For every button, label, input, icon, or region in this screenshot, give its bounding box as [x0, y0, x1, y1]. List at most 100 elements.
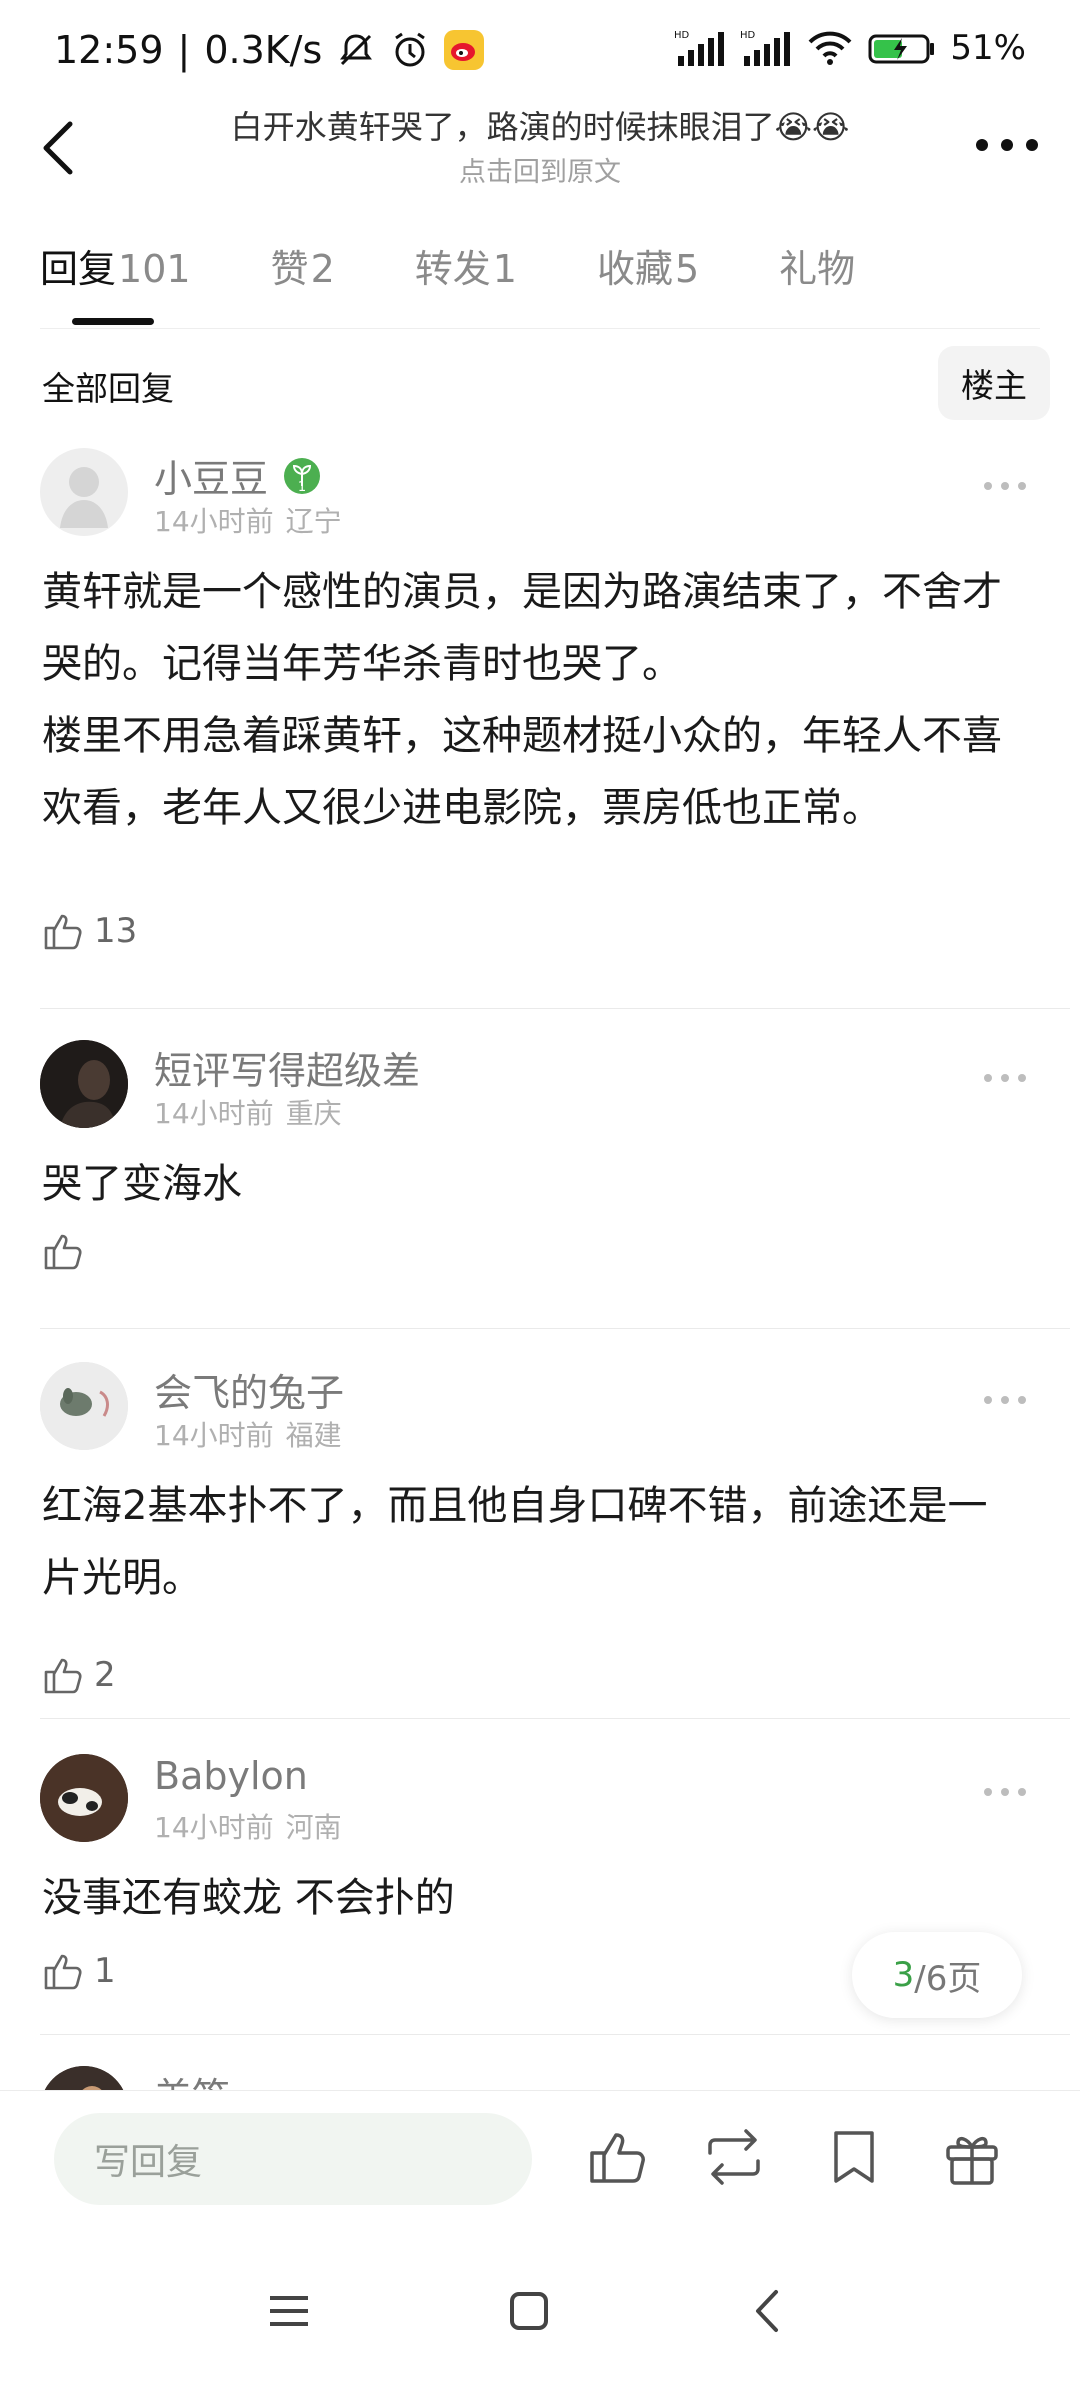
tab-likes-label: 赞	[270, 247, 309, 291]
reply-meta: 14小时前 福建	[154, 1414, 342, 1454]
signal-icon: HD	[674, 30, 725, 66]
reply-time: 14小时前	[154, 1419, 274, 1452]
reply-item: 羌笛	[40, 2066, 1070, 2090]
reply-location: 辽宁	[285, 505, 342, 538]
user-level-badge: 1	[282, 456, 322, 496]
page-indicator[interactable]: 3/6页	[852, 1932, 1022, 2018]
bookmark-button[interactable]	[822, 2125, 886, 2189]
reply-time: 14小时前	[154, 1811, 274, 1844]
status-right: HD HD 51%	[674, 28, 1026, 68]
like-button[interactable]: 1	[42, 1950, 116, 1992]
top-header: 白开水黄轩哭了，路演的时候抹眼泪了😭😭 点击回到原文	[0, 100, 1080, 200]
tab-gifts[interactable]: 礼物	[779, 238, 857, 328]
username-row: Babylon	[154, 1754, 308, 1798]
badge-level: 1	[297, 479, 307, 495]
username-row: 羌笛	[154, 2066, 230, 2090]
filter-row: 全部回复 楼主	[40, 346, 1050, 422]
avatar[interactable]	[40, 2066, 128, 2090]
weibo-notification-icon	[444, 30, 485, 70]
tab-gifts-label: 礼物	[779, 247, 856, 291]
battery-icon	[868, 34, 935, 64]
thumbs-up-icon	[44, 1658, 82, 1694]
system-nav-bar	[0, 2230, 1080, 2400]
tab-reposts-label: 转发	[414, 247, 491, 291]
avatar[interactable]	[40, 1362, 128, 1450]
reply-item: 小豆豆 1 14小时前 辽宁 黄轩就是一个感性的演员，是因为路演结束了，不舍才哭…	[40, 448, 1070, 988]
reply-text[interactable]: 红海2基本扑不了，而且他自身口碑不错，前途还是一片光明。	[42, 1470, 1022, 1614]
thumbs-up-icon	[44, 1954, 82, 1990]
reply-more-button[interactable]	[982, 1072, 1028, 1084]
reply-more-button[interactable]	[982, 480, 1028, 492]
status-net-speed: 0.3K/s	[204, 28, 323, 72]
like-count: 13	[94, 911, 138, 951]
reply-location: 福建	[285, 1419, 342, 1452]
tab-likes-count: 2	[310, 247, 335, 291]
post-title[interactable]: 白开水黄轩哭了，路演的时候抹眼泪了😭😭	[140, 102, 940, 148]
tab-reposts-count: 1	[492, 247, 517, 291]
username[interactable]: Babylon	[154, 1754, 308, 1798]
svg-text:HD: HD	[674, 30, 690, 41]
status-bar: 12:59 | 0.3K/s HD HD 51%	[0, 0, 1080, 100]
username[interactable]: 小豆豆	[154, 448, 268, 503]
reply-more-button[interactable]	[982, 1786, 1028, 1798]
tab-replies-count: 101	[118, 247, 191, 291]
reply-time: 14小时前	[154, 505, 274, 538]
current-page: 3	[892, 1955, 915, 1995]
username-row: 会飞的兔子	[154, 1362, 344, 1417]
status-separator: |	[177, 28, 191, 72]
tab-reposts[interactable]: 转发1	[415, 238, 517, 328]
tab-likes[interactable]: 赞2	[271, 238, 335, 328]
reply-text[interactable]: 没事还有蛟龙 不会扑的	[42, 1862, 1022, 1934]
svg-text:HD: HD	[740, 30, 756, 41]
reply-divider	[40, 1008, 1070, 1009]
reply-text[interactable]: 哭了变海水	[42, 1148, 1022, 1220]
username[interactable]: 会飞的兔子	[154, 1362, 344, 1417]
username[interactable]: 短评写得超级差	[154, 1040, 420, 1095]
reply-item: 会飞的兔子 14小时前 福建 红海2基本扑不了，而且他自身口碑不错，前途还是一片…	[40, 1362, 1070, 1702]
reply-meta: 14小时前 河南	[154, 1806, 342, 1846]
back-button[interactable]	[28, 108, 92, 188]
reply-time: 14小时前	[154, 1097, 274, 1130]
active-tab-indicator	[72, 318, 154, 325]
status-time: 12:59	[54, 28, 164, 72]
tab-replies[interactable]: 回复101	[40, 238, 191, 328]
username-row: 短评写得超级差	[154, 1040, 420, 1095]
mute-icon	[340, 34, 373, 66]
username-row: 小豆豆 1	[154, 448, 322, 503]
reply-more-button[interactable]	[982, 1394, 1028, 1406]
username[interactable]: 羌笛	[154, 2066, 230, 2090]
reply-divider	[40, 1718, 1070, 1719]
reply-meta: 14小时前 重庆	[154, 1092, 342, 1132]
reply-divider	[40, 1328, 1070, 1329]
reply-meta: 14小时前 辽宁	[154, 500, 342, 540]
all-replies-filter[interactable]: 全部回复	[42, 362, 174, 410]
tab-favorites[interactable]: 收藏5	[597, 238, 699, 328]
owner-only-button[interactable]: 楼主	[938, 346, 1050, 420]
home-icon[interactable]	[494, 2276, 564, 2346]
like-post-button[interactable]	[586, 2125, 650, 2189]
like-button[interactable]	[42, 1230, 94, 1272]
more-options-button[interactable]	[972, 120, 1042, 170]
back-nav-icon[interactable]	[734, 2276, 804, 2346]
avatar[interactable]	[40, 1040, 128, 1128]
repost-button[interactable]	[702, 2125, 766, 2189]
like-count: 2	[94, 1655, 116, 1695]
gift-button[interactable]	[940, 2125, 1004, 2189]
tab-bar: 回复101 赞2 转发1 收藏5 礼物	[40, 238, 1040, 328]
back-to-original-link[interactable]: 点击回到原文	[140, 150, 940, 189]
alarm-icon	[395, 32, 426, 67]
avatar[interactable]	[40, 448, 128, 536]
like-count: 1	[94, 1951, 116, 1991]
like-button[interactable]: 2	[42, 1654, 116, 1696]
avatar[interactable]	[40, 1754, 128, 1842]
reply-input[interactable]: 写回复	[54, 2113, 532, 2205]
reply-item: 短评写得超级差 14小时前 重庆 哭了变海水	[40, 1040, 1070, 1300]
status-left: 12:59 | 0.3K/s	[54, 28, 485, 72]
reply-text[interactable]: 黄轩就是一个感性的演员，是因为路演结束了，不舍才哭的。记得当年芳华杀青时也哭了。…	[42, 556, 1022, 844]
thumbs-up-icon	[44, 1234, 82, 1270]
reply-location: 河南	[285, 1811, 342, 1844]
tab-favorites-count: 5	[674, 247, 700, 291]
menu-icon[interactable]	[254, 2276, 324, 2346]
like-button[interactable]: 13	[42, 910, 137, 952]
thumbs-up-icon	[44, 914, 82, 950]
